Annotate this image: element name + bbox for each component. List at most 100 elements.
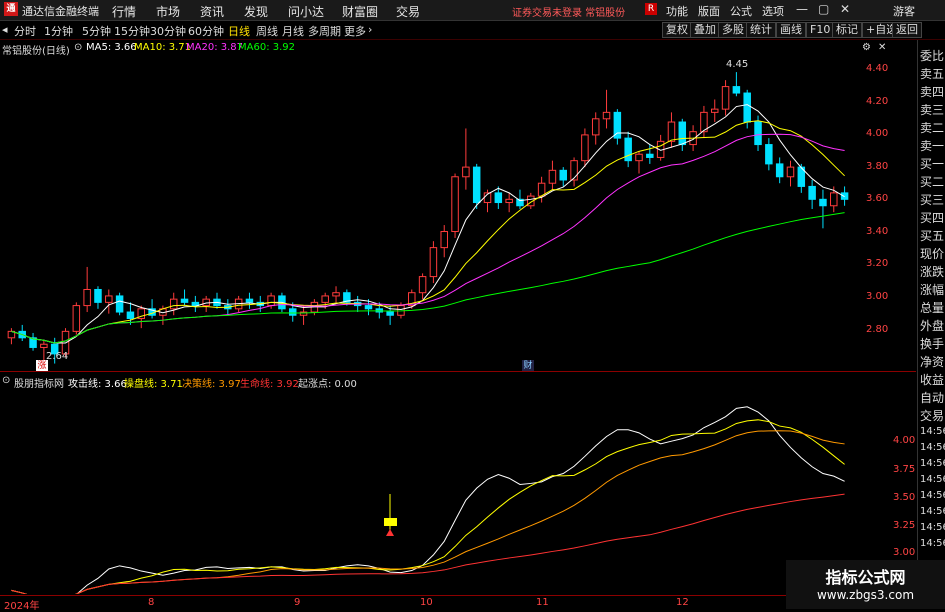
tab-back-icon[interactable]: ◂ [2,23,8,36]
panel-sell5[interactable]: 卖五 [920,65,945,82]
chart-close-icon[interactable]: ✕ [878,42,886,53]
trade-time: 14:56 [920,458,945,469]
candle-body [624,137,632,162]
candle [180,289,189,306]
panel-change-pct[interactable]: 涨幅 [920,281,945,298]
candle-body [386,311,394,316]
candle [646,144,654,164]
menu-faxian[interactable]: 发现 [244,3,268,20]
menu-caifuquan[interactable]: 财富圈 [342,3,378,20]
more-chevron-icon[interactable]: › [368,23,372,36]
candle-body [105,295,113,303]
start-point-marker[interactable] [384,518,397,526]
panel-sell4[interactable]: 卖四 [920,83,945,100]
ind-tick: 3.00 [893,547,916,558]
panel-trade[interactable]: 交易 [920,407,945,424]
candle [148,299,156,319]
tab-30min[interactable]: 30分钟 [150,23,186,39]
ind-tick: 3.75 [893,464,916,475]
panel-buy4[interactable]: 买四 [920,209,945,226]
candle-body [94,288,102,303]
trade-time: 14:56 [920,522,945,533]
menu-zixun[interactable]: 资讯 [200,3,224,20]
candle [700,105,708,139]
candle [299,305,308,325]
menu-jiaoyi[interactable]: 交易 [396,3,420,20]
menu-wenxiaoda[interactable]: 问小达 [288,3,324,20]
panel-turnover[interactable]: 换手 [920,335,945,352]
candlestick-chart[interactable] [0,56,855,370]
candle [191,295,200,313]
panel-auto[interactable]: 自动 [920,389,945,406]
tab-15min[interactable]: 15分钟 [114,23,150,39]
close-icon[interactable]: ✕ [840,2,850,16]
panel-weibi[interactable]: 委比 [920,47,945,64]
diejia-button[interactable]: 叠加 [690,22,720,38]
biaoji-button[interactable]: 标记 [832,22,862,38]
pane-divider [0,371,916,372]
panel-buy1[interactable]: 买一 [920,155,945,172]
trade-time: 14:56 [920,474,945,485]
minimize-icon[interactable]: — [796,2,808,16]
panel-sell2[interactable]: 卖二 [920,119,945,136]
candle-body [202,298,210,307]
fuquan-button[interactable]: 复权 [662,22,692,38]
menu-hangqing[interactable]: 行情 [112,3,136,20]
indicator-dropdown-icon[interactable]: ⊙ [2,375,10,386]
panel-volume[interactable]: 总量 [920,299,945,316]
candle [559,167,568,187]
menu-shichang[interactable]: 市场 [156,3,180,20]
panel-change[interactable]: 涨跌 [920,263,945,280]
tab-monthly[interactable]: 月线 [282,23,304,39]
menu-xuanxiang[interactable]: 选项 [762,3,784,19]
tongji-button[interactable]: 统计 [746,22,776,38]
panel-buy5[interactable]: 买五 [920,227,945,244]
candle-body [581,134,589,162]
menu-banmian[interactable]: 版面 [698,3,720,19]
ma10-line [11,120,845,344]
candle [451,173,459,238]
tab-more[interactable]: 更多 [344,23,366,39]
legend-dropdown-icon[interactable]: ⊙ [74,42,82,53]
tab-daily[interactable]: 日线 [228,23,250,39]
ma5-label: MA5: 3.66 [86,42,137,53]
back-button[interactable]: 返回 [892,22,922,38]
price-tick: 3.00 [866,291,889,302]
panel-buy2[interactable]: 买二 [920,173,945,190]
maximize-icon[interactable]: ▢ [818,2,829,16]
tab-5min[interactable]: 5分钟 [82,23,111,39]
duogu-button[interactable]: 多股 [718,22,748,38]
stock-title: 常铝股份(日线) [2,46,70,57]
panel-sell1[interactable]: 卖一 [920,137,945,154]
candle-body [462,166,470,178]
panel-price[interactable]: 现价 [920,245,945,262]
price-tick: 3.20 [866,258,889,269]
panel-net-asset[interactable]: 净资 [920,353,945,370]
candle-body [472,166,481,204]
candle [245,292,254,309]
tab-60min[interactable]: 60分钟 [188,23,224,39]
tab-fenshi[interactable]: 分时 [14,23,36,39]
huaxian-button[interactable]: 画线 [776,22,806,38]
candle [213,292,221,309]
panel-sell3[interactable]: 卖三 [920,101,945,118]
f10-button[interactable]: F10 [806,22,835,38]
candle-body [710,108,719,113]
menu-gongshi[interactable]: 公式 [730,3,752,19]
login-warning[interactable]: 证券交易未登录 常铝股份 [512,4,625,19]
tab-weekly[interactable]: 周线 [256,23,278,39]
indicator-chart[interactable] [0,388,855,594]
menu-gongneng[interactable]: 功能 [666,3,688,19]
candle-body [321,295,329,303]
candle-body [245,298,254,303]
watermark: 指标公式网 www.zbgs3.com [786,560,945,609]
candle [94,286,102,309]
settings-gear-icon[interactable]: ⚙ [862,42,871,53]
user-guest[interactable]: 游客 [893,3,915,19]
tab-multi-period[interactable]: 多周期 [308,23,341,39]
panel-buy3[interactable]: 买三 [920,191,945,208]
panel-earnings[interactable]: 收益 [920,371,945,388]
candle-body [786,166,795,178]
panel-outer[interactable]: 外盘 [920,317,945,334]
tab-1min[interactable]: 1分钟 [44,23,73,39]
